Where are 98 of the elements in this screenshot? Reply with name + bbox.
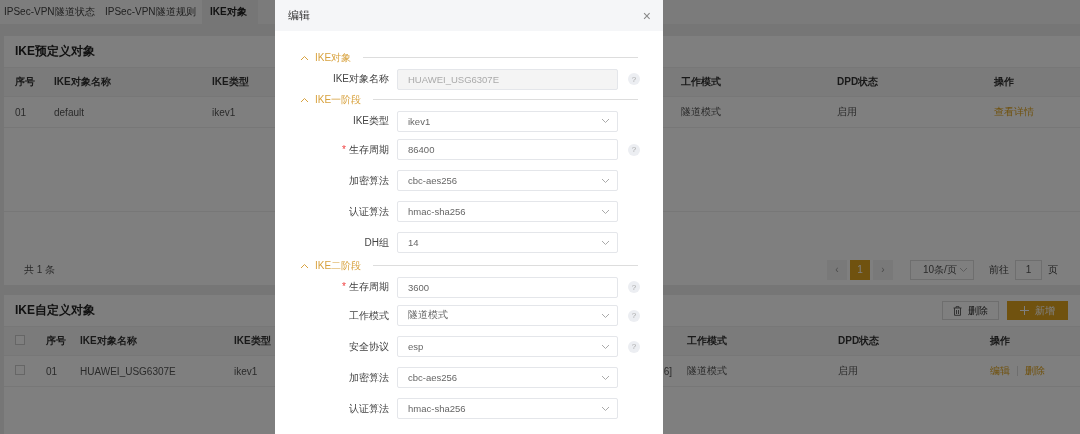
help-icon[interactable]: ?	[628, 281, 640, 293]
edit-link[interactable]: 编辑	[990, 365, 1010, 376]
table-cell: 01	[46, 365, 58, 377]
table-cell: 启用	[838, 364, 858, 378]
chevron-down-icon	[601, 208, 610, 215]
column-header: IKE对象名称	[80, 334, 137, 348]
column-header: 工作模式	[687, 334, 727, 348]
chevron-up-icon	[300, 54, 309, 61]
required-mark: *	[342, 281, 346, 292]
column-header: DPD状态	[837, 75, 879, 89]
select-field[interactable]: 14	[397, 232, 618, 253]
help-icon[interactable]: ?	[628, 309, 640, 322]
field-value: 隧道模式	[408, 309, 448, 322]
table-cell: 01	[15, 106, 27, 118]
page-size-select[interactable]: 10条/页	[910, 259, 974, 280]
chevron-down-icon	[601, 118, 610, 124]
chevron-down-icon	[601, 312, 610, 319]
page-suffix: 页	[1048, 262, 1058, 277]
prev-page-button[interactable]: ‹	[827, 259, 847, 280]
field-value: 86400	[408, 144, 435, 155]
field-value: cbc-aes256	[408, 175, 458, 186]
delete-button[interactable]: 删除	[942, 301, 999, 320]
field-value: hmac-sha256	[408, 403, 466, 414]
table-cell: default	[54, 106, 85, 118]
field-value: ikev1	[408, 115, 431, 127]
table-cell: ikev1	[234, 365, 258, 377]
column-header: IKE对象名称	[54, 75, 111, 89]
field-label: 加密算法	[349, 371, 389, 383]
chevron-down-icon	[601, 343, 610, 350]
field-value: hmac-sha256	[408, 206, 466, 217]
checkbox[interactable]	[15, 335, 25, 345]
input-field[interactable]: 86400	[397, 139, 618, 160]
chevron-down-icon	[601, 239, 610, 246]
column-header: 操作	[990, 334, 1010, 348]
field-label: 加密算法	[349, 174, 389, 186]
select-field[interactable]: ikev1	[397, 110, 618, 132]
table-cell: 隧道模式	[681, 105, 721, 119]
section-title[interactable]: IKE二阶段	[315, 258, 362, 273]
section-title[interactable]: IKE对象	[315, 50, 352, 65]
close-button[interactable]: ×	[642, 7, 651, 24]
required-mark: *	[342, 143, 346, 155]
help-icon[interactable]: ?	[628, 340, 640, 353]
field-value: HUAWEI_USG6307E	[408, 73, 499, 85]
page-input[interactable]: 1	[1015, 259, 1042, 280]
delete-link[interactable]: 删除	[1025, 365, 1045, 376]
table-cell: HUAWEI_USG6307E	[80, 365, 176, 377]
field-label: 工作模式	[349, 309, 389, 321]
next-page-button[interactable]: ›	[873, 259, 893, 280]
column-header: DPD状态	[838, 334, 880, 348]
field-label: 认证算法	[349, 402, 389, 414]
goto-label: 前往	[989, 262, 1009, 277]
column-header: IKE类型	[212, 75, 249, 89]
select-field[interactable]: esp	[397, 336, 618, 357]
chevron-up-icon	[300, 96, 309, 103]
page-button[interactable]: 1	[850, 259, 870, 280]
column-header: 序号	[46, 334, 66, 348]
select-field[interactable]: cbc-aes256	[397, 170, 618, 191]
total-count: 共 1 条	[24, 262, 56, 277]
select-field[interactable]: hmac-sha256	[397, 398, 618, 419]
chevron-down-icon	[959, 266, 968, 273]
details-link[interactable]: 查看详情	[994, 106, 1034, 117]
checkbox[interactable]	[15, 365, 25, 375]
help-icon[interactable]: ?	[628, 143, 640, 156]
field-label: DH组	[364, 236, 389, 248]
add-button[interactable]: 新增	[1007, 301, 1068, 320]
field-label: 生存周期	[349, 281, 389, 292]
chevron-up-icon	[300, 262, 309, 269]
chevron-down-icon	[601, 405, 610, 412]
table-cell: 启用	[837, 105, 857, 119]
input-field[interactable]: 3600	[397, 276, 618, 298]
field-value: esp	[408, 341, 424, 352]
field-label: IKE对象名称	[332, 73, 389, 84]
table-cell: 隧道模式	[687, 364, 727, 378]
dialog-title: 编辑	[288, 8, 310, 23]
select-field[interactable]: hmac-sha256	[397, 201, 618, 222]
select-field[interactable]: cbc-aes256	[397, 367, 618, 388]
select-field[interactable]: 隧道模式	[397, 305, 618, 326]
column-header: IKE类型	[234, 334, 271, 348]
chevron-down-icon	[601, 374, 610, 381]
table-cell: 6]	[663, 365, 672, 377]
field-label: 认证算法	[349, 205, 389, 217]
chevron-down-icon	[601, 177, 610, 184]
column-header: 操作	[994, 75, 1014, 89]
card-title: IKE自定义对象	[15, 302, 95, 319]
plus-icon	[1020, 306, 1029, 315]
table-cell: ikev1	[212, 106, 236, 118]
field-label: 安全协议	[349, 340, 389, 352]
field-value: 14	[408, 237, 419, 248]
card-title: IKE预定义对象	[15, 43, 95, 60]
tab[interactable]: IKE对象	[202, 0, 258, 24]
section-title[interactable]: IKE一阶段	[315, 92, 362, 107]
field-value: 3600	[408, 281, 430, 293]
trash-icon	[953, 305, 962, 316]
column-header: 工作模式	[681, 75, 721, 89]
column-header: 序号	[15, 75, 35, 89]
field-label: IKE类型	[352, 115, 389, 126]
field-value: cbc-aes256	[408, 372, 458, 383]
field-label: 生存周期	[349, 143, 389, 155]
